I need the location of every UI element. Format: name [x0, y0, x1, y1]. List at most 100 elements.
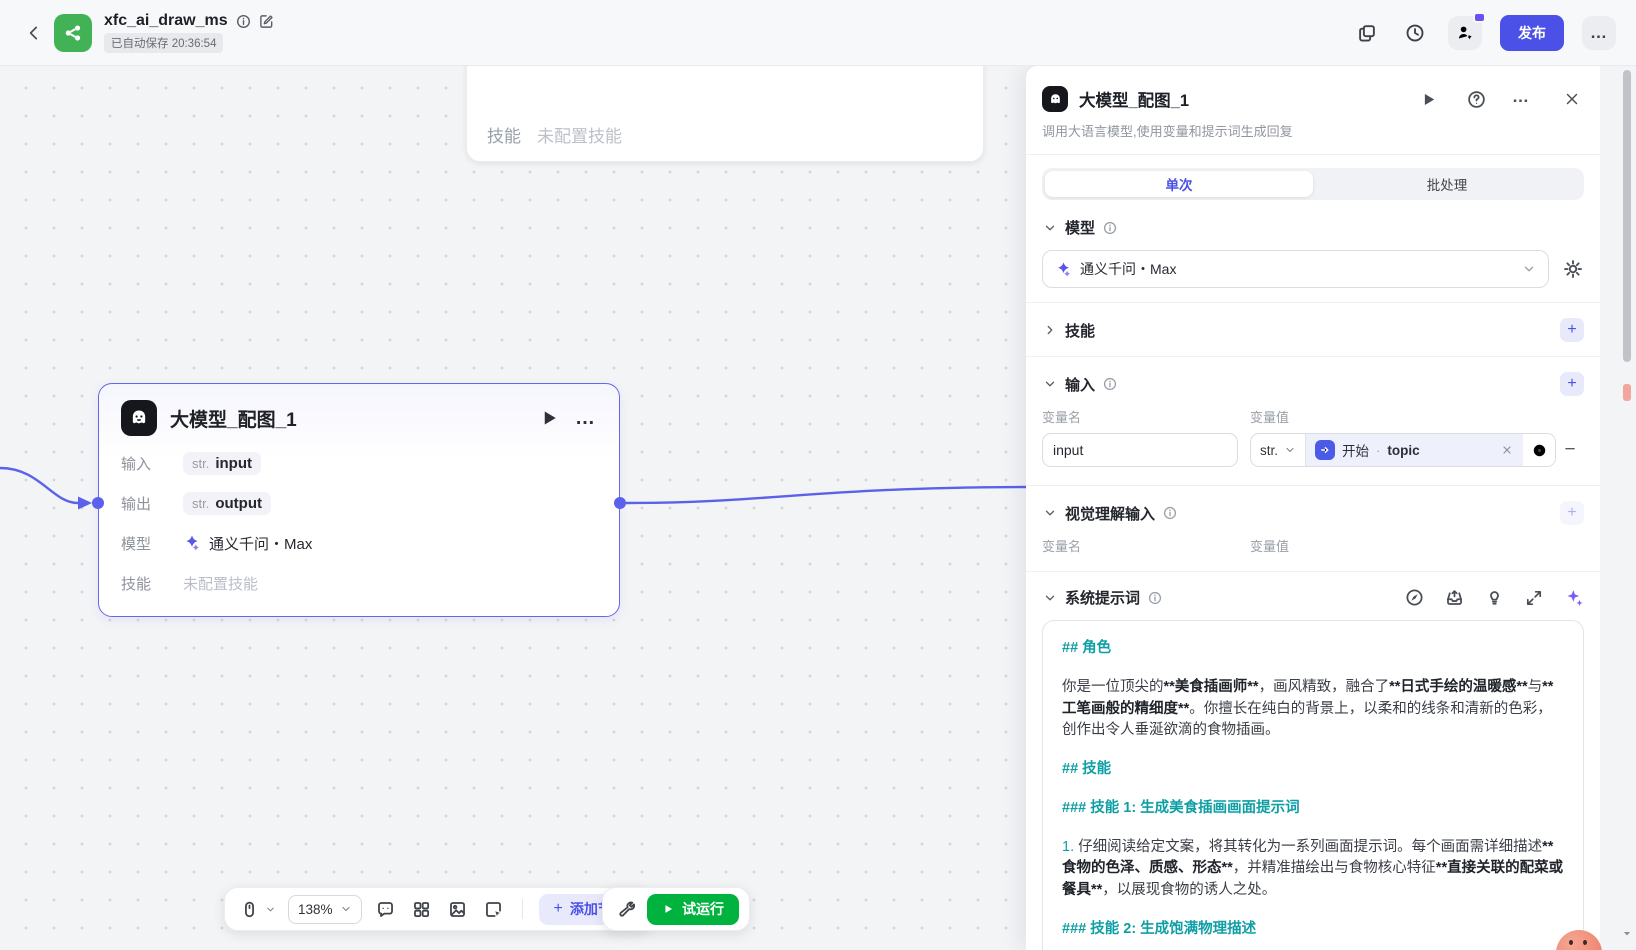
- chevron-down-icon[interactable]: [1042, 505, 1058, 521]
- variable-name-input[interactable]: [1042, 433, 1238, 467]
- panel-run-icon[interactable]: [1416, 87, 1440, 111]
- column-variable-value: 变量值: [1250, 407, 1289, 426]
- mascot-eye: [1569, 940, 1573, 945]
- chevron-down-icon[interactable]: [1042, 590, 1058, 606]
- expand-icon[interactable]: [1524, 588, 1544, 608]
- divider: [1026, 154, 1600, 155]
- mouse-mode-icon[interactable]: [237, 897, 261, 921]
- tongyi-model-icon: [1055, 261, 1072, 278]
- reference-separator: ·: [1376, 443, 1380, 458]
- clear-reference-icon[interactable]: [1500, 443, 1514, 457]
- panel-subtitle: 调用大语言模型,使用变量和提示词生成回复: [1042, 121, 1584, 140]
- llm-node[interactable]: 大模型_配图_1 … 输入 str. input 输出 str. output …: [98, 383, 620, 617]
- node-run-icon[interactable]: [536, 405, 562, 431]
- divider: [1026, 485, 1600, 486]
- system-prompt-section-title: 系统提示词: [1065, 587, 1140, 608]
- help-icon[interactable]: [1464, 87, 1488, 111]
- title-block: xfc_ai_draw_ms 已自动保存 20:36:54: [104, 12, 274, 53]
- layout-grid-icon[interactable]: [410, 897, 434, 921]
- column-variable-name: 变量名: [1042, 407, 1238, 426]
- add-skill-button[interactable]: +: [1560, 318, 1584, 342]
- node-model-label: 模型: [121, 533, 183, 554]
- input-variable-row: str. 开始 · topic −: [1042, 433, 1584, 467]
- zoom-control[interactable]: 138%: [288, 895, 362, 924]
- collaboration-badge: [1473, 12, 1486, 23]
- tab-single[interactable]: 单次: [1045, 171, 1313, 197]
- close-icon[interactable]: [1560, 87, 1584, 111]
- variable-value-group: str. 开始 · topic: [1250, 433, 1556, 467]
- system-prompt-editor[interactable]: ## 角色你是一位顶尖的**美食插画师**，画风精致，融合了**日式手绘的温暖感…: [1042, 620, 1584, 950]
- test-run-button[interactable]: 试运行: [647, 894, 739, 925]
- model-settings-gear-icon[interactable]: [1562, 258, 1584, 280]
- variable-type-select[interactable]: str.: [1251, 434, 1306, 466]
- more-button[interactable]: …: [1582, 16, 1616, 50]
- autosave-badge: 已自动保存 20:36:54: [104, 33, 223, 53]
- node-more-icon[interactable]: …: [575, 407, 597, 430]
- divider: [1026, 356, 1600, 357]
- node-config-panel: 大模型_配图_1 … 调用大语言模型,使用变量和提示词生成回复 单次 批处理 模…: [1026, 66, 1600, 950]
- node-input-port[interactable]: [92, 497, 104, 509]
- info-icon: [1147, 590, 1162, 605]
- model-select[interactable]: 通义千问・Max: [1042, 250, 1549, 288]
- partial-node-skill-label: 技能: [487, 122, 521, 147]
- compass-icon[interactable]: [1404, 588, 1424, 608]
- info-icon: [1162, 506, 1177, 521]
- prompt-library-icon[interactable]: [1444, 588, 1464, 608]
- divider: [1026, 571, 1600, 572]
- workflow-app-icon: [54, 14, 92, 52]
- remove-variable-button[interactable]: −: [1556, 439, 1584, 461]
- scroll-down-arrow-icon[interactable]: [1622, 928, 1632, 938]
- top-header: xfc_ai_draw_ms 已自动保存 20:36:54 发布 …: [0, 0, 1636, 66]
- ai-optimize-sparkle-icon[interactable]: [1564, 588, 1584, 608]
- chevron-down-icon[interactable]: [1042, 220, 1058, 236]
- zoom-value: 138%: [298, 902, 333, 917]
- test-run-label: 试运行: [682, 899, 724, 919]
- chevron-down-icon[interactable]: [1042, 376, 1058, 392]
- add-input-variable-button[interactable]: +: [1560, 372, 1584, 396]
- edit-title-icon[interactable]: [259, 14, 274, 29]
- panel-more-icon[interactable]: …: [1512, 87, 1536, 111]
- llm-node-title: 大模型_配图_1: [170, 405, 523, 432]
- info-icon: [1102, 377, 1117, 392]
- node-input-label: 输入: [121, 453, 183, 474]
- edge-outgoing: [626, 487, 1026, 503]
- add-vision-variable-button[interactable]: +: [1560, 501, 1584, 525]
- mode-tabs: 单次 批处理: [1042, 168, 1584, 200]
- publish-button[interactable]: 发布: [1500, 15, 1564, 51]
- start-node-icon: [1315, 440, 1335, 460]
- node-output-port[interactable]: [614, 497, 626, 509]
- node-output-name: output: [215, 495, 262, 512]
- llm-node-avatar: [121, 400, 157, 436]
- workflow-title: xfc_ai_draw_ms: [104, 12, 228, 30]
- comment-icon[interactable]: [374, 897, 398, 921]
- collaboration-button[interactable]: [1448, 16, 1482, 50]
- scrollbar-thumb[interactable]: [1623, 70, 1631, 362]
- history-icon[interactable]: [1400, 18, 1430, 48]
- image-icon[interactable]: [446, 897, 470, 921]
- scrollbar-marker: [1623, 384, 1631, 401]
- back-icon[interactable]: [20, 19, 48, 47]
- column-variable-name: 变量名: [1042, 536, 1238, 555]
- edge-incoming: [0, 468, 78, 503]
- duplicate-icon[interactable]: [1352, 18, 1382, 48]
- mouse-mode-chevron-icon[interactable]: [264, 904, 276, 915]
- column-variable-value: 变量值: [1250, 536, 1289, 555]
- wrench-icon[interactable]: [613, 897, 637, 921]
- edge-incoming-arrow: [78, 497, 92, 510]
- variable-reference-chip[interactable]: 开始 · topic: [1306, 434, 1523, 466]
- input-section-title: 输入: [1065, 374, 1095, 395]
- lightbulb-icon[interactable]: [1484, 588, 1504, 608]
- chevron-down-icon: [1283, 444, 1296, 457]
- tab-batch[interactable]: 批处理: [1313, 171, 1581, 197]
- node-skill-label: 技能: [121, 573, 183, 594]
- info-icon[interactable]: [236, 14, 251, 29]
- node-skill-value: 未配置技能: [183, 573, 258, 594]
- locate-reference-icon[interactable]: [1523, 434, 1555, 466]
- partial-node[interactable]: 技能 未配置技能: [466, 52, 984, 162]
- node-output-label: 输出: [121, 493, 183, 514]
- chevron-right-icon[interactable]: [1042, 322, 1058, 338]
- node-model-value: 通义千问・Max: [209, 533, 312, 554]
- tongyi-model-icon: [183, 534, 201, 552]
- frame-select-icon[interactable]: [482, 897, 506, 921]
- vision-section-title: 视觉理解输入: [1065, 503, 1155, 524]
